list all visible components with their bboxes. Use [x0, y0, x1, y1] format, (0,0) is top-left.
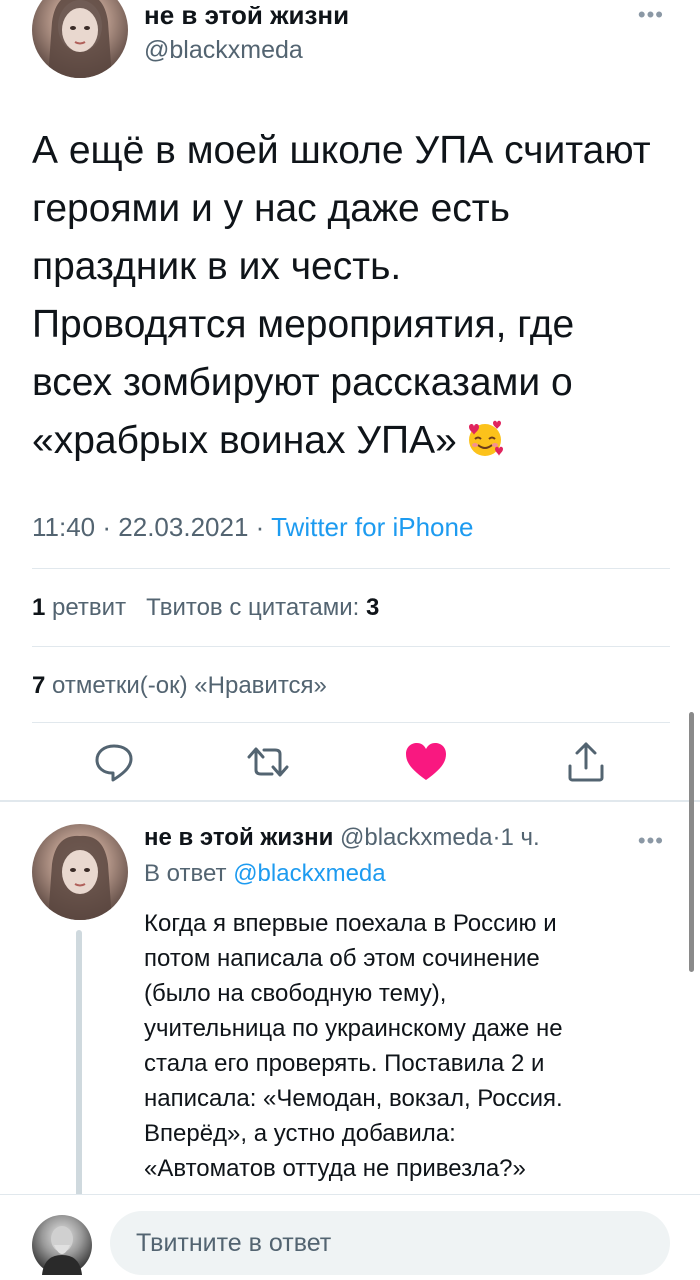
- divider: [32, 646, 670, 647]
- tweet-time: 11:40: [32, 512, 96, 542]
- reply-text-line: Вперёд», а устно добавила:: [144, 1120, 456, 1147]
- reply-text-line: учительница по украинскому даже не: [144, 1015, 563, 1042]
- tweet-text-line: героями и у нас даже есть: [32, 187, 510, 230]
- reply-text-line: потом написала об этом сочинение: [144, 945, 540, 972]
- reply-header: не в этой жизни @blackxmeda·1 ч.: [144, 824, 540, 852]
- reply-author-handle[interactable]: @blackxmeda: [340, 824, 492, 851]
- smiling-face-with-hearts-icon: [468, 420, 503, 456]
- retweets-count: 1: [32, 594, 46, 621]
- divider: [32, 568, 670, 569]
- tweet-meta: 11:40 · 22.03.2021 · Twitter for iPhone: [32, 512, 473, 543]
- tweet-text-line: Проводятся мероприятия, где: [32, 303, 575, 346]
- reply-text-line: стала его проверять. Поставила 2 и: [144, 1050, 545, 1077]
- likes-count: 7: [32, 672, 46, 699]
- likes-stats[interactable]: 7 отметки(-ок) «Нравится»: [32, 672, 327, 700]
- likes-label: отметки(-ок) «Нравится»: [52, 672, 327, 699]
- quotes-count: 3: [366, 594, 380, 621]
- reply-compose-bar: Твитните в ответ: [0, 1194, 700, 1280]
- tweet-text-line: «храбрых воинах УПА»: [32, 419, 457, 462]
- tweet-text-line: всех зомбируют рассказами о: [32, 361, 573, 404]
- share-icon[interactable]: [562, 738, 610, 786]
- reply-text-line: «Автоматов оттуда не привезла?»: [144, 1155, 526, 1182]
- reply-author-name[interactable]: не в этой жизни: [144, 824, 333, 851]
- reply-to-handle-link[interactable]: @blackxmeda: [233, 860, 385, 887]
- thread-connector-line: [76, 930, 82, 1200]
- author-handle[interactable]: @blackxmeda: [144, 36, 303, 65]
- tweet-action-bar: [0, 738, 700, 794]
- reply-text: Когда я впервые поехала в Россию и потом…: [144, 906, 674, 1186]
- reply-author-avatar[interactable]: [32, 824, 128, 920]
- meta-separator: ·: [102, 512, 112, 542]
- reply-input[interactable]: Твитните в ответ: [110, 1211, 670, 1275]
- tweet-text: А ещё в моей школе УПА считают героями и…: [32, 122, 672, 470]
- meta-separator: ·: [255, 512, 265, 542]
- tweet-date: 22.03.2021: [118, 512, 249, 542]
- tweet-detail-page: не в этой жизни @blackxmeda ••• А ещё в …: [0, 0, 700, 1280]
- replying-to: В ответ @blackxmeda: [144, 860, 386, 888]
- divider: [32, 722, 670, 723]
- quotes-label: Твитов с цитатами:: [146, 594, 360, 621]
- author-name[interactable]: не в этой жизни: [144, 6, 349, 30]
- current-user-avatar[interactable]: [32, 1215, 92, 1275]
- more-options-icon[interactable]: •••: [638, 2, 664, 28]
- author-avatar[interactable]: [32, 0, 128, 78]
- tweet-text-line: А ещё в моей школе УПА считают: [32, 129, 651, 172]
- tweet-text-line: праздник в их честь.: [32, 245, 402, 288]
- reply-text-line: (было на свободную тему),: [144, 980, 447, 1007]
- more-options-icon[interactable]: •••: [638, 828, 664, 854]
- retweet-icon[interactable]: [244, 738, 292, 786]
- heart-icon[interactable]: [402, 738, 450, 786]
- retweets-label: ретвит: [52, 594, 127, 621]
- reply-time-ago: 1 ч.: [500, 824, 540, 851]
- reply-prefix: В ответ: [144, 860, 227, 887]
- reply-text-line: Когда я впервые поехала в Россию и: [144, 910, 557, 937]
- tweet-text-last-line: «храбрых воинах УПА»: [32, 412, 672, 470]
- tweet-source-link[interactable]: Twitter for iPhone: [271, 512, 473, 542]
- reply-text-line: написала: «Чемодан, вокзал, Россия.: [144, 1085, 563, 1112]
- retweet-stats[interactable]: 1 ретвит Твитов с цитатами: 3: [32, 594, 379, 622]
- section-divider: [0, 800, 700, 802]
- scrollbar[interactable]: [689, 712, 694, 972]
- reply-icon[interactable]: [90, 738, 138, 786]
